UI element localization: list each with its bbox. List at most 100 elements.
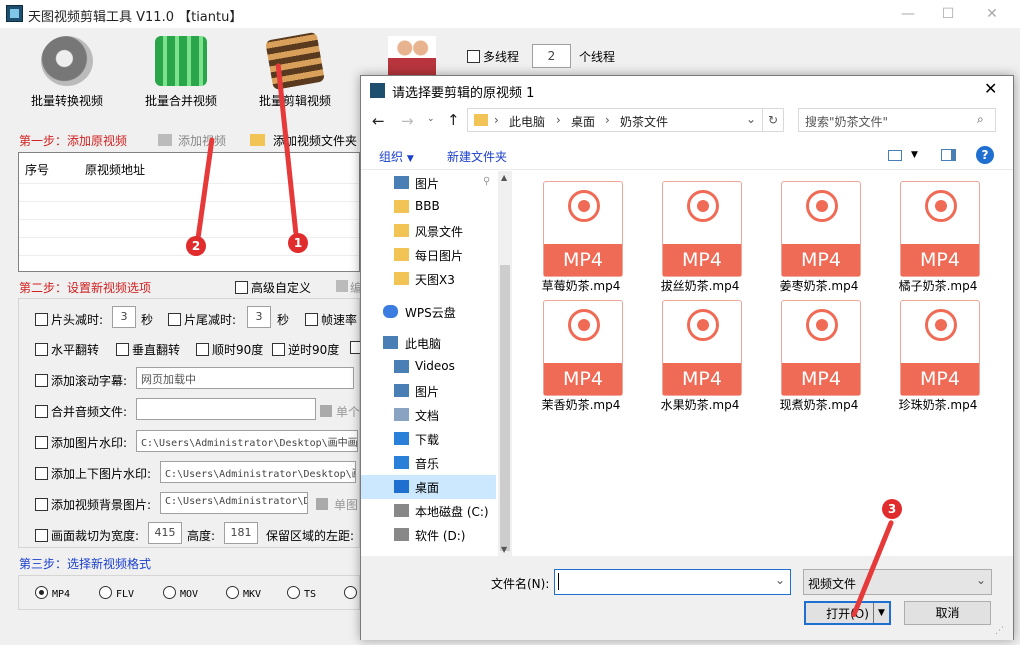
format-flv-radio[interactable]: FLV	[99, 586, 134, 600]
breadcrumb-milk-tea-folder[interactable]: 奶茶文件	[620, 113, 668, 130]
hflip-checkbox[interactable]: 水平翻转	[35, 341, 99, 358]
close-icon[interactable]: ✕	[982, 4, 1002, 24]
users-icon[interactable]	[388, 36, 436, 76]
vflip-checkbox[interactable]: 垂直翻转	[116, 341, 180, 358]
advanced-checkbox[interactable]: 高级自定义	[235, 279, 311, 296]
rotate-cw-checkbox[interactable]: 顺时90度	[196, 341, 263, 358]
recent-chevron-icon[interactable]: ⌄	[427, 114, 435, 124]
tb-watermark-input[interactable]: C:\Users\Administrator\Desktop\画	[160, 461, 356, 483]
merge-audio-checkbox[interactable]: 合并音频文件:	[35, 403, 127, 420]
up-arrow-icon[interactable]: ↑	[447, 111, 460, 129]
resize-grip-icon[interactable]: ⋰	[995, 626, 1004, 636]
cancel-button[interactable]: 取消	[904, 601, 991, 625]
image-watermark-input[interactable]: C:\Users\Administrator\Desktop\画中画	[136, 430, 358, 452]
file-item[interactable]: MP4 橘子奶茶.mp4	[888, 179, 988, 293]
file-item[interactable]: MP4 珍珠奶茶.mp4	[888, 298, 988, 412]
merge-audio-input[interactable]	[136, 398, 316, 420]
add-video-button[interactable]: 添加视频	[158, 132, 226, 149]
scroll-up-icon[interactable]: ▲	[501, 173, 507, 182]
mp4-file-icon: MP4	[781, 300, 861, 396]
scroll-down-icon[interactable]: ▼	[501, 545, 507, 554]
organize-button[interactable]: 组织 ▼	[379, 148, 414, 165]
tree-item-7[interactable]: Videos	[361, 355, 496, 379]
address-dropdown-icon[interactable]: ⌄	[746, 112, 756, 126]
tail-trim-checkbox[interactable]: 片尾减时:	[168, 311, 236, 328]
breadcrumb-desktop[interactable]: 桌面	[571, 113, 595, 130]
tree-item-5[interactable]: WPS云盘	[361, 300, 496, 324]
bg-image-checkbox[interactable]: 添加视频背景图片:	[35, 496, 151, 513]
search-box[interactable]: 搜索"奶茶文件" ⌕	[798, 108, 996, 132]
refresh-icon[interactable]: ↻	[762, 108, 784, 132]
pin-icon[interactable]: ⚲	[483, 176, 490, 187]
forward-arrow-icon[interactable]: →	[401, 112, 414, 130]
file-item[interactable]: MP4 水果奶茶.mp4	[650, 298, 750, 412]
rotate-ccw-checkbox[interactable]: 逆时90度	[272, 341, 339, 358]
preview-pane-icon[interactable]	[941, 149, 956, 161]
single-image-option[interactable]: 单图	[316, 496, 360, 513]
dialog-title: 请选择要剪辑的原视频 1	[392, 86, 535, 101]
advanced-edit-button[interactable]: 编	[336, 279, 362, 296]
tree-scrollbar[interactable]: ▲ ▼	[498, 171, 512, 556]
thread-count-input[interactable]: 2	[532, 44, 571, 68]
back-arrow-icon[interactable]: ←	[372, 112, 385, 130]
head-trim-checkbox[interactable]: 片头减时:	[35, 311, 103, 328]
help-icon[interactable]: ?	[976, 146, 994, 164]
filename-dropdown-icon[interactable]: ⌄	[775, 573, 785, 587]
maximize-icon[interactable]: ☐	[938, 4, 958, 24]
file-item[interactable]: MP4 拔丝奶茶.mp4	[650, 179, 750, 293]
tree-item-13[interactable]: 本地磁盘 (C:)	[361, 499, 496, 523]
file-item[interactable]: MP4 草莓奶茶.mp4	[531, 179, 631, 293]
add-folder-button[interactable]: 添加视频文件夹	[250, 132, 360, 149]
filetype-select[interactable]: 视频文件 ⌄	[803, 569, 992, 595]
tree-item-11[interactable]: 音乐	[361, 451, 496, 475]
batch-edit-button[interactable]: 批量剪辑视频	[250, 31, 340, 109]
scroll-text-checkbox[interactable]: 添加滚动字幕:	[35, 372, 127, 389]
minimize-icon[interactable]: —	[898, 4, 918, 24]
tree-item-9[interactable]: 文档	[361, 403, 496, 427]
tree-item-12[interactable]: 桌面	[361, 475, 496, 499]
file-item[interactable]: MP4 茉香奶茶.mp4	[531, 298, 631, 412]
tree-item-10[interactable]: 下载	[361, 427, 496, 451]
scroll-text-input[interactable]: 网页加载中	[136, 367, 354, 389]
file-name: 拔丝奶茶.mp4	[660, 279, 740, 293]
tree-item-6[interactable]: 此电脑	[361, 331, 496, 355]
dialog-close-icon[interactable]: ✕	[984, 79, 997, 98]
scrollbar-thumb[interactable]	[500, 265, 510, 551]
open-button[interactable]: 打开(O) ▼	[804, 601, 891, 625]
format-more-radio[interactable]	[344, 586, 361, 600]
speaker-icon	[320, 405, 332, 417]
crop-checkbox[interactable]: 画面裁切为宽度:	[35, 527, 139, 544]
format-ts-radio[interactable]: TS	[287, 586, 316, 600]
filename-input[interactable]	[554, 569, 791, 595]
breadcrumb-this-pc[interactable]: 此电脑	[509, 113, 545, 130]
crop-width-input[interactable]: 415	[148, 522, 182, 544]
batch-merge-button[interactable]: 批量合并视频	[136, 36, 226, 109]
tree-item-4[interactable]: 天图X3	[361, 267, 496, 291]
view-icon[interactable]	[888, 150, 902, 161]
batch-convert-button[interactable]: 批量转换视频	[22, 36, 112, 109]
address-bar[interactable]: › 此电脑 › 桌面 › 奶茶文件 ⌄	[467, 108, 784, 132]
tree-item-3[interactable]: 每日图片	[361, 243, 496, 267]
tree-item-1[interactable]: BBB	[361, 195, 496, 219]
tree-item-0[interactable]: 图片	[361, 171, 496, 195]
image-watermark-checkbox[interactable]: 添加图片水印:	[35, 434, 127, 451]
file-item[interactable]: MP4 现煮奶茶.mp4	[769, 298, 869, 412]
head-trim-input[interactable]: 3	[112, 306, 136, 328]
tail-trim-input[interactable]: 3	[247, 306, 271, 328]
tree-item-14[interactable]: 软件 (D:)	[361, 523, 496, 547]
tree-item-8[interactable]: 图片	[361, 379, 496, 403]
new-folder-button[interactable]: 新建文件夹	[447, 148, 507, 165]
single-audio-option[interactable]: 单个	[320, 403, 360, 420]
bg-image-input[interactable]: C:\Users\Administrator\De	[160, 492, 308, 514]
multithread-checkbox[interactable]: 多线程	[467, 48, 519, 65]
view-dropdown-icon[interactable]: ▼	[911, 150, 918, 160]
format-mkv-radio[interactable]: MKV	[226, 586, 261, 600]
framerate-checkbox[interactable]: 帧速率	[305, 311, 360, 328]
crop-height-input[interactable]: 181	[224, 522, 258, 544]
format-mov-radio[interactable]: MOV	[163, 586, 198, 600]
format-mp4-radio[interactable]: MP4	[35, 586, 70, 600]
open-dropdown-icon[interactable]: ▼	[873, 603, 889, 623]
tree-item-2[interactable]: 风景文件	[361, 219, 496, 243]
tb-watermark-checkbox[interactable]: 添加上下图片水印:	[35, 465, 151, 482]
file-item[interactable]: MP4 姜枣奶茶.mp4	[769, 179, 869, 293]
